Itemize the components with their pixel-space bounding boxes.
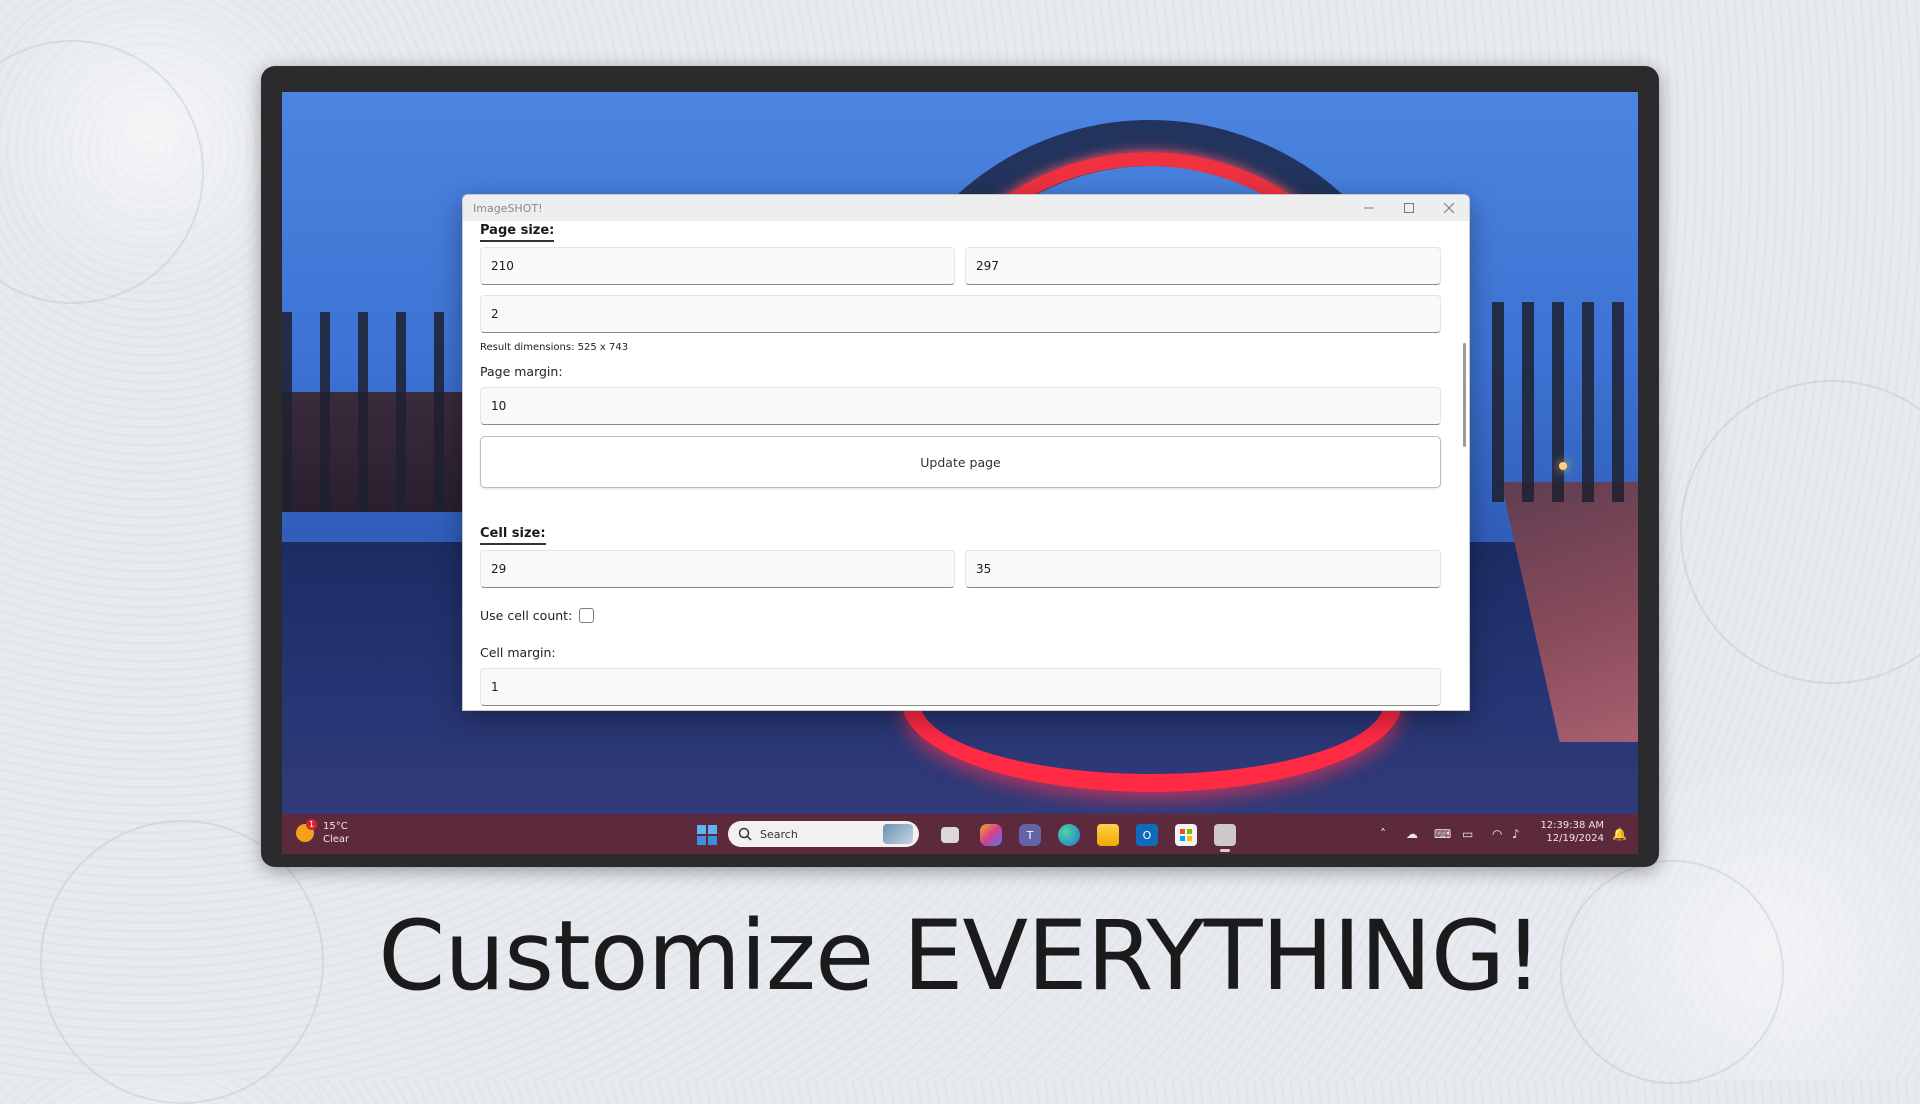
settings-panel[interactable]: Page size: 210 297 2 Result dimensions: …	[463, 221, 1469, 710]
page-width-input[interactable]: 210	[480, 247, 955, 285]
imageshot-app-icon[interactable]	[1214, 824, 1236, 846]
active-app-indicator	[1220, 849, 1230, 852]
onedrive-cloud-icon[interactable]: ☁	[1406, 827, 1418, 841]
result-dimensions-text: Result dimensions: 525 x 743	[480, 342, 629, 353]
title-bar[interactable]: ImageSHOT!	[463, 195, 1469, 221]
wallpaper-railing-left	[282, 312, 482, 512]
windows-start-icon[interactable]	[696, 824, 718, 846]
volume-icon[interactable]: ♪	[1512, 827, 1520, 841]
maximize-button[interactable]	[1389, 195, 1429, 221]
close-icon	[1444, 203, 1454, 213]
window-title: ImageSHOT!	[473, 201, 543, 215]
copilot-icon[interactable]	[980, 824, 1002, 846]
page-margin-label: Page margin:	[480, 364, 563, 379]
page-margin-input[interactable]: 10	[480, 387, 1441, 425]
background-swirl	[1680, 380, 1920, 684]
weather-badge: 1	[306, 819, 317, 830]
desktop-screen: ImageSHOT! Page size: 210 297 2 Result d…	[282, 92, 1638, 854]
cell-size-heading: Cell size:	[480, 526, 546, 545]
search-highlight-icon	[883, 824, 913, 844]
page-height-input[interactable]: 297	[965, 247, 1441, 285]
close-button[interactable]	[1429, 195, 1469, 221]
minimize-button[interactable]	[1349, 195, 1389, 221]
page-scale-input[interactable]: 2	[480, 295, 1441, 333]
edge-icon[interactable]	[1058, 824, 1080, 846]
weather-condition: Clear	[323, 834, 350, 845]
wallpaper-railing-right	[1492, 302, 1638, 502]
clock-time: 12:39:38 AM	[1540, 820, 1604, 831]
keyboard-icon[interactable]: ⌨	[1434, 827, 1451, 841]
weather-temperature: 15°C	[323, 821, 348, 832]
clock[interactable]: 12:39:38 AM 12/19/2024	[1532, 820, 1604, 844]
wifi-icon[interactable]: ◠	[1492, 827, 1502, 841]
headline: Customize EVERYTHING!	[378, 900, 1542, 1012]
app-window: ImageSHOT! Page size: 210 297 2 Result d…	[462, 194, 1470, 711]
search-placeholder: Search	[760, 827, 798, 841]
task-view-icon[interactable]	[941, 827, 959, 843]
chevron-up-icon[interactable]: ˄	[1380, 827, 1386, 841]
minimize-icon	[1364, 207, 1374, 209]
display-icon[interactable]: ▭	[1462, 827, 1473, 841]
cell-margin-label: Cell margin:	[480, 645, 556, 660]
monitor-frame: ImageSHOT! Page size: 210 297 2 Result d…	[261, 66, 1659, 867]
maximize-icon	[1404, 203, 1414, 213]
wallpaper-lamp	[1559, 462, 1567, 470]
weather-widget[interactable]: 1 15°C Clear	[296, 819, 356, 848]
use-cell-count-label: Use cell count:	[480, 608, 573, 623]
use-cell-count-checkbox[interactable]	[579, 608, 594, 623]
cell-margin-input[interactable]: 1	[480, 668, 1441, 706]
search-icon	[738, 827, 752, 841]
cell-height-input[interactable]: 35	[965, 550, 1441, 588]
taskbar-search[interactable]: Search	[728, 821, 919, 847]
file-explorer-icon[interactable]	[1097, 824, 1119, 846]
page-size-heading: Page size:	[480, 223, 555, 242]
update-page-button[interactable]: Update page	[480, 436, 1441, 488]
store-icon[interactable]	[1175, 824, 1197, 846]
taskbar: 1 15°C Clear Search T O ˄ ☁ ⌨ ▭ ◠ ♪ 12:3…	[282, 814, 1638, 854]
cell-width-input[interactable]: 29	[480, 550, 955, 588]
background-swirl	[0, 40, 204, 304]
outlook-icon[interactable]: O	[1136, 824, 1158, 846]
scrollbar-thumb[interactable]	[1463, 343, 1466, 447]
clock-date: 12/19/2024	[1546, 833, 1604, 844]
teams-icon[interactable]: T	[1019, 824, 1041, 846]
notification-bell-icon[interactable]: 🔔	[1612, 827, 1627, 841]
